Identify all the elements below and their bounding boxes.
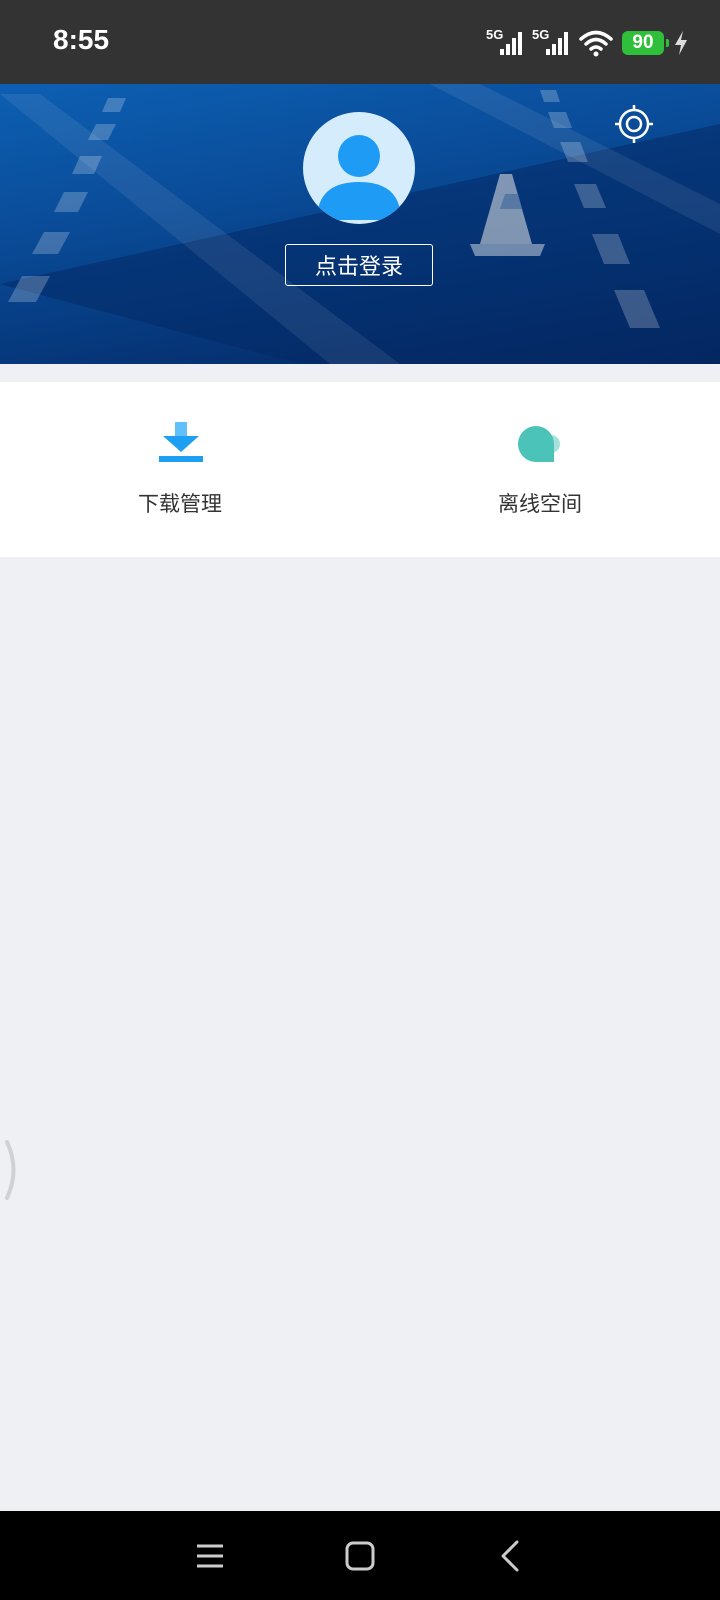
profile-banner: 点击登录 bbox=[0, 84, 720, 364]
quick-actions-panel: 下载管理 离线空间 bbox=[0, 382, 720, 557]
cloud-icon bbox=[518, 426, 560, 462]
download-icon bbox=[159, 422, 203, 462]
status-bar: 8:55 5G 5G 90 bbox=[0, 0, 720, 84]
battery-level: 90 bbox=[632, 32, 654, 53]
battery-icon: 90 bbox=[622, 31, 669, 55]
download-manager-label: 下载管理 bbox=[138, 492, 222, 516]
menu-icon[interactable] bbox=[185, 1531, 235, 1581]
settings-icon[interactable] bbox=[612, 102, 656, 146]
edge-swipe-handle[interactable] bbox=[2, 1140, 22, 1200]
screen: 8:55 5G 5G 90 点击登录 下载管理 离线空间 bbox=[0, 0, 720, 1600]
login-button-label: 点击登录 bbox=[314, 255, 403, 280]
login-button[interactable]: 点击登录 bbox=[285, 244, 433, 286]
wifi-icon bbox=[579, 30, 613, 57]
charging-icon bbox=[675, 31, 687, 55]
user-avatar-icon bbox=[317, 135, 401, 220]
status-icons: 5G 5G 90 bbox=[486, 25, 690, 61]
signal-icon: 5G bbox=[532, 27, 574, 59]
avatar[interactable] bbox=[303, 112, 415, 224]
offline-space-button[interactable]: 离线空间 bbox=[360, 382, 720, 557]
navigation-bar bbox=[0, 1511, 720, 1600]
back-icon[interactable] bbox=[485, 1531, 535, 1581]
offline-space-label: 离线空间 bbox=[498, 492, 582, 516]
status-time: 8:55 bbox=[53, 24, 110, 55]
home-icon[interactable] bbox=[335, 1531, 385, 1581]
download-manager-button[interactable]: 下载管理 bbox=[0, 382, 360, 557]
signal-icon: 5G bbox=[486, 27, 528, 59]
